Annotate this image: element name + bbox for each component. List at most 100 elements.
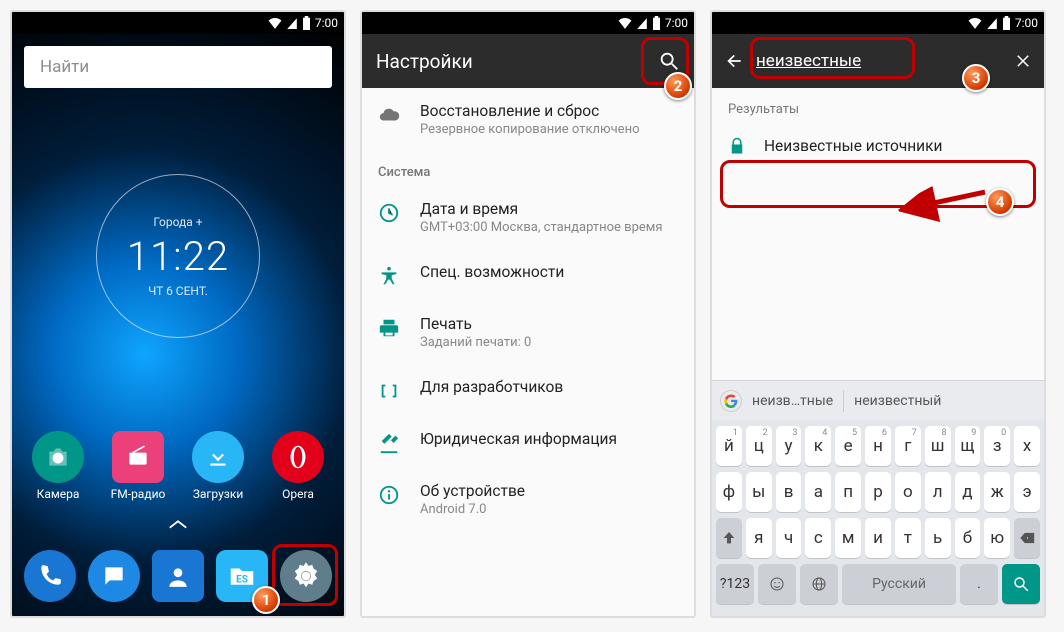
- result-unknown-sources[interactable]: Неизвестные источники: [712, 125, 1044, 167]
- key-ь[interactable]: ь: [925, 518, 951, 558]
- row-title: Печать: [420, 315, 678, 333]
- key-ж[interactable]: ж: [984, 472, 1010, 512]
- row-subtitle: Резервное копирование отключено: [420, 122, 678, 137]
- wifi-icon: [268, 17, 282, 29]
- key-а[interactable]: а: [805, 472, 831, 512]
- dock-messages[interactable]: [88, 550, 140, 602]
- key-ю[interactable]: ю: [984, 518, 1010, 558]
- settings-row-backup[interactable]: Восстановление и сброс Резервное копирова…: [362, 88, 694, 151]
- key-language[interactable]: [800, 564, 838, 604]
- keyboard: й1ц2у3к4е5н6г7ш8щ9з0х фывапролджэ ячсмит…: [712, 420, 1044, 616]
- clock-city: Города +: [153, 215, 202, 229]
- row-title: Об устройстве: [420, 482, 678, 500]
- developer-icon: [378, 380, 400, 402]
- key-о[interactable]: о: [895, 472, 921, 512]
- status-bar: 7:00: [362, 12, 694, 34]
- clock-widget[interactable]: Города + 11:22 чт 6 сент.: [96, 174, 260, 338]
- key-н[interactable]: н6: [865, 426, 891, 466]
- settings-row-print[interactable]: ПечатьЗаданий печати: 0: [362, 301, 694, 364]
- key-г[interactable]: г7: [895, 426, 921, 466]
- settings-row-developer[interactable]: Для разработчиков: [362, 364, 694, 416]
- search-input[interactable]: Найти: [24, 46, 332, 88]
- key-к[interactable]: к4: [805, 426, 831, 466]
- status-bar: 7:00: [712, 12, 1044, 34]
- clear-icon[interactable]: [1014, 52, 1032, 70]
- settings-list[interactable]: Восстановление и сброс Резервное копирова…: [362, 88, 694, 616]
- app-label: Загрузки: [193, 487, 244, 501]
- suggestion-1[interactable]: неизв…тные: [752, 393, 833, 409]
- key-й[interactable]: й1: [716, 426, 742, 466]
- result-title: Неизвестные источники: [764, 137, 942, 155]
- key-space[interactable]: Русский: [842, 564, 956, 604]
- key-я[interactable]: я: [746, 518, 772, 558]
- suggestion-2[interactable]: неизвестный: [854, 393, 941, 409]
- key-в[interactable]: в: [776, 472, 802, 512]
- app-downloads[interactable]: Загрузки: [181, 431, 255, 501]
- dock-contacts[interactable]: [152, 550, 204, 602]
- key-ц[interactable]: ц2: [746, 426, 772, 466]
- settings-row-about[interactable]: Об устройствеAndroid 7.0: [362, 468, 694, 531]
- key-ч[interactable]: ч: [776, 518, 802, 558]
- key-е[interactable]: е5: [835, 426, 861, 466]
- back-icon[interactable]: [724, 51, 744, 71]
- google-icon[interactable]: [720, 390, 742, 412]
- dock: ES: [12, 550, 344, 602]
- key-.[interactable]: .: [960, 564, 998, 604]
- key-search[interactable]: [1002, 564, 1040, 604]
- key-п[interactable]: п: [835, 472, 861, 512]
- settings-row-legal[interactable]: Юридическая информация: [362, 416, 694, 468]
- battery-icon: [302, 16, 311, 30]
- key-р[interactable]: р: [865, 472, 891, 512]
- wifi-icon: [968, 17, 982, 29]
- status-bar: 7:00: [12, 12, 344, 34]
- key-shift[interactable]: [716, 518, 742, 558]
- settings-appbar: Настройки: [362, 34, 694, 88]
- key-л[interactable]: л: [925, 472, 951, 512]
- search-icon[interactable]: [658, 50, 680, 72]
- app-camera[interactable]: Камера: [21, 431, 95, 501]
- signal-icon: [636, 17, 648, 29]
- app-opera[interactable]: Opera: [261, 431, 335, 501]
- row-title: Юридическая информация: [420, 430, 678, 448]
- row-title: Спец. возможности: [420, 263, 678, 281]
- row-title: Восстановление и сброс: [420, 102, 678, 120]
- key-с[interactable]: с: [805, 518, 831, 558]
- accessibility-icon: [378, 265, 400, 287]
- key-т[interactable]: т: [895, 518, 921, 558]
- key-м[interactable]: м: [835, 518, 861, 558]
- key-ш[interactable]: ш8: [925, 426, 951, 466]
- key-щ[interactable]: щ9: [955, 426, 981, 466]
- key-и[interactable]: и: [865, 518, 891, 558]
- key-э[interactable]: э: [1014, 472, 1040, 512]
- key-ф[interactable]: ф: [716, 472, 742, 512]
- key-backspace[interactable]: [1014, 518, 1040, 558]
- key-ы[interactable]: ы: [746, 472, 772, 512]
- app-drawer-handle[interactable]: [167, 518, 189, 530]
- results-header: Результаты: [712, 88, 1044, 125]
- key-з[interactable]: з0: [984, 426, 1010, 466]
- key-б[interactable]: б: [955, 518, 981, 558]
- key-?123[interactable]: ?123: [716, 564, 754, 604]
- status-time: 7:00: [315, 16, 338, 30]
- clock-date: чт 6 сент.: [148, 284, 208, 298]
- app-label: Камера: [37, 487, 80, 501]
- info-icon: [378, 484, 400, 506]
- section-header-system: Система: [362, 151, 694, 186]
- dock-settings[interactable]: [280, 550, 332, 602]
- key-д[interactable]: д: [955, 472, 981, 512]
- app-fmradio[interactable]: FM-радио: [101, 431, 175, 501]
- print-icon: [378, 317, 400, 339]
- status-time: 7:00: [1015, 16, 1038, 30]
- settings-row-accessibility[interactable]: Спец. возможности: [362, 249, 694, 301]
- wifi-icon: [618, 17, 632, 29]
- settings-row-datetime[interactable]: Дата и времяGMT+03:00 Москва, стандартно…: [362, 186, 694, 249]
- step-badge-4: 4: [986, 188, 1014, 216]
- key-emoji[interactable]: [758, 564, 796, 604]
- key-х[interactable]: х: [1014, 426, 1040, 466]
- key-у[interactable]: у3: [776, 426, 802, 466]
- dock-phone[interactable]: [24, 550, 76, 602]
- svg-text:ES: ES: [236, 574, 248, 585]
- home-apps-row: Камера FM-радио Загрузки Opera: [12, 431, 344, 501]
- row-title: Дата и время: [420, 200, 678, 218]
- home-body: Найти Города + 11:22 чт 6 сент. Камера F…: [12, 34, 344, 616]
